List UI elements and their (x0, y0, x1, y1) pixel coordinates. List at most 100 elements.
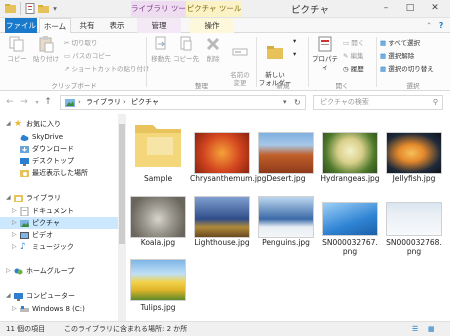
copy-to-icon (180, 36, 192, 51)
nav-drive-c[interactable]: ▷ Windows 8 (C:) (0, 303, 118, 315)
copy-button[interactable]: コピー (4, 35, 30, 63)
rename-icon (232, 48, 248, 56)
nav-music[interactable]: ▷ ♪ ミュージック (0, 241, 118, 253)
ribbon-collapse-icon[interactable]: ⌃ (424, 18, 434, 33)
nav-homegroup[interactable]: ▷ ホームグループ (0, 265, 118, 277)
address-row: ← → ▾ ↑ › ライブラリ › ピクチャ ▾ ↻ ピクチャの検索 ⚲ (0, 92, 450, 112)
properties-qa-icon[interactable] (25, 3, 36, 14)
file-item[interactable]: Hydrangeas.jpg (318, 114, 382, 192)
paste-shortcut-button[interactable]: ↗ ショートカットの貼り付け (64, 63, 150, 73)
nav-skydrive[interactable]: SkyDrive (0, 131, 118, 143)
select-none-icon: ▦ (380, 52, 389, 60)
up-button[interactable]: ↑ (42, 97, 54, 109)
properties-button[interactable]: プロパティ (310, 35, 340, 71)
file-item[interactable]: Chrysanthemum.jpg (190, 114, 266, 192)
file-item[interactable]: Koala.jpg (126, 188, 190, 266)
copy-path-icon: ▭ (64, 52, 73, 60)
move-to-button[interactable]: 移動先 (149, 35, 173, 63)
back-button[interactable]: ← (4, 97, 16, 109)
tab-manage-picture[interactable]: 操作 (190, 18, 234, 33)
nav-downloads[interactable]: ダウンロード (0, 143, 118, 155)
nav-computer[interactable]: ◢ コンピューター (0, 290, 118, 302)
desert-thumbnail (258, 132, 314, 174)
collapse-arrow-icon: ◢ (6, 194, 11, 201)
nav-libraries[interactable]: ◢ ライブラリ (0, 192, 118, 204)
details-view-icon[interactable]: ☰ (412, 322, 418, 336)
minimize-button[interactable]: – (374, 0, 398, 16)
nav-desktop-label: デスクトップ (32, 157, 74, 165)
breadcrumb-libraries[interactable]: ライブラリ (86, 96, 121, 109)
nav-videos[interactable]: ▷ ビデオ (0, 229, 118, 241)
folder-app-icon (5, 4, 16, 13)
copy-path-button[interactable]: ▭ パスのコピー (64, 50, 111, 60)
history-icon: ◷ (343, 65, 351, 73)
search-input[interactable]: ピクチャの検索 ⚲ (313, 95, 443, 110)
select-none-label: 選択解除 (388, 52, 415, 60)
easy-access-icon[interactable]: ▾ (293, 50, 296, 58)
select-none-button[interactable]: ▦ 選択解除 (380, 50, 414, 60)
file-item[interactable]: Sample (126, 114, 190, 192)
qa-customize-icon[interactable]: ▾ (50, 1, 60, 17)
tab-manage-library[interactable]: 管理 (137, 18, 181, 33)
file-ext: png (342, 247, 358, 256)
ribbon-separator (376, 37, 377, 87)
nav-recent-label: 最近表示した場所 (32, 169, 88, 177)
tab-file[interactable]: ファイル (5, 18, 37, 33)
file-name: Jellyfish.jpg (392, 174, 436, 183)
nav-favorites[interactable]: ◢ ★ お気に入り (0, 118, 118, 130)
nav-recent-places[interactable]: 最近表示した場所 (0, 167, 118, 179)
history-button[interactable]: ◷ 履歴 (343, 63, 364, 73)
file-item[interactable]: Penguins.jpg (254, 188, 318, 266)
file-item[interactable]: Desert.jpg (254, 114, 318, 192)
select-all-label: すべて選択 (388, 39, 421, 47)
tab-view[interactable]: 表示 (103, 18, 131, 33)
cloud-icon (20, 135, 29, 141)
nav-favorites-label: お気に入り (26, 120, 61, 128)
paste-button[interactable]: 貼り付け (31, 35, 61, 63)
refresh-icon[interactable]: ↻ (294, 96, 301, 109)
nav-pictures[interactable]: ▷ ピクチャ (0, 217, 118, 229)
ribbon-separator (146, 37, 147, 87)
videos-icon (20, 232, 29, 239)
hydrangeas-thumbnail (322, 132, 378, 174)
nav-desktop[interactable]: デスクトップ (0, 155, 118, 167)
ribbon-tabs: ファイル ホーム 共有 表示 管理 操作 ⌃ ? (0, 18, 450, 34)
search-placeholder: ピクチャの検索 (320, 98, 369, 106)
copy-to-button[interactable]: コピー先 (173, 35, 199, 63)
nav-scrollbar-thumb[interactable] (119, 124, 125, 244)
forward-button[interactable]: → (18, 97, 30, 109)
status-bar: 11 個の項目 このライブラリに含まれる場所: 2 か所 ☰ ▦ (0, 321, 450, 336)
delete-button[interactable]: 削除 (202, 35, 224, 63)
new-folder-qa-icon[interactable] (38, 3, 49, 14)
search-icon: ⚲ (432, 98, 438, 106)
group-select-label: 選択 (406, 82, 420, 90)
close-button[interactable]: ✕ (422, 0, 448, 16)
address-bar[interactable]: › ライブラリ › ピクチャ ▾ ↻ (60, 95, 306, 110)
select-all-button[interactable]: ▦ すべて選択 (380, 37, 420, 47)
invert-selection-button[interactable]: ▦ 選択の切り替え (380, 63, 434, 73)
nav-documents[interactable]: ▷ ドキュメント (0, 205, 118, 217)
edit-button[interactable]: ✎ 編集 (343, 50, 364, 60)
maximize-button[interactable]: □ (398, 0, 422, 16)
address-dropdown-icon[interactable]: ▾ (283, 96, 287, 109)
tab-share[interactable]: 共有 (73, 18, 101, 33)
pictures-icon (20, 220, 29, 227)
help-icon[interactable]: ? (436, 18, 446, 33)
breadcrumb-pictures[interactable]: ピクチャ (131, 96, 159, 109)
nav-computer-label: コンピューター (26, 292, 75, 300)
nav-scrollbar[interactable] (118, 114, 126, 321)
file-item[interactable]: Jellyfish.jpg (382, 114, 446, 192)
copy-icon (9, 36, 24, 52)
tab-home[interactable]: ホーム (39, 18, 71, 34)
open-button[interactable]: ▭ 開く (343, 37, 364, 47)
file-item[interactable]: Lighthouse.jpg (190, 188, 254, 266)
large-icons-view-icon[interactable]: ▦ (428, 322, 435, 336)
expand-arrow-icon: ▷ (6, 267, 11, 274)
new-item-icon[interactable]: ▾ (293, 37, 296, 45)
file-item[interactable]: SN000032768. png (382, 188, 446, 266)
computer-icon (14, 293, 23, 301)
star-icon: ★ (14, 119, 23, 129)
file-view: Sample Chrysanthemum.jpg Desert.jpg Hydr… (126, 114, 450, 321)
file-item[interactable]: SN000032767. png (318, 188, 382, 266)
cut-button[interactable]: ✂ 切り取り (64, 37, 98, 47)
